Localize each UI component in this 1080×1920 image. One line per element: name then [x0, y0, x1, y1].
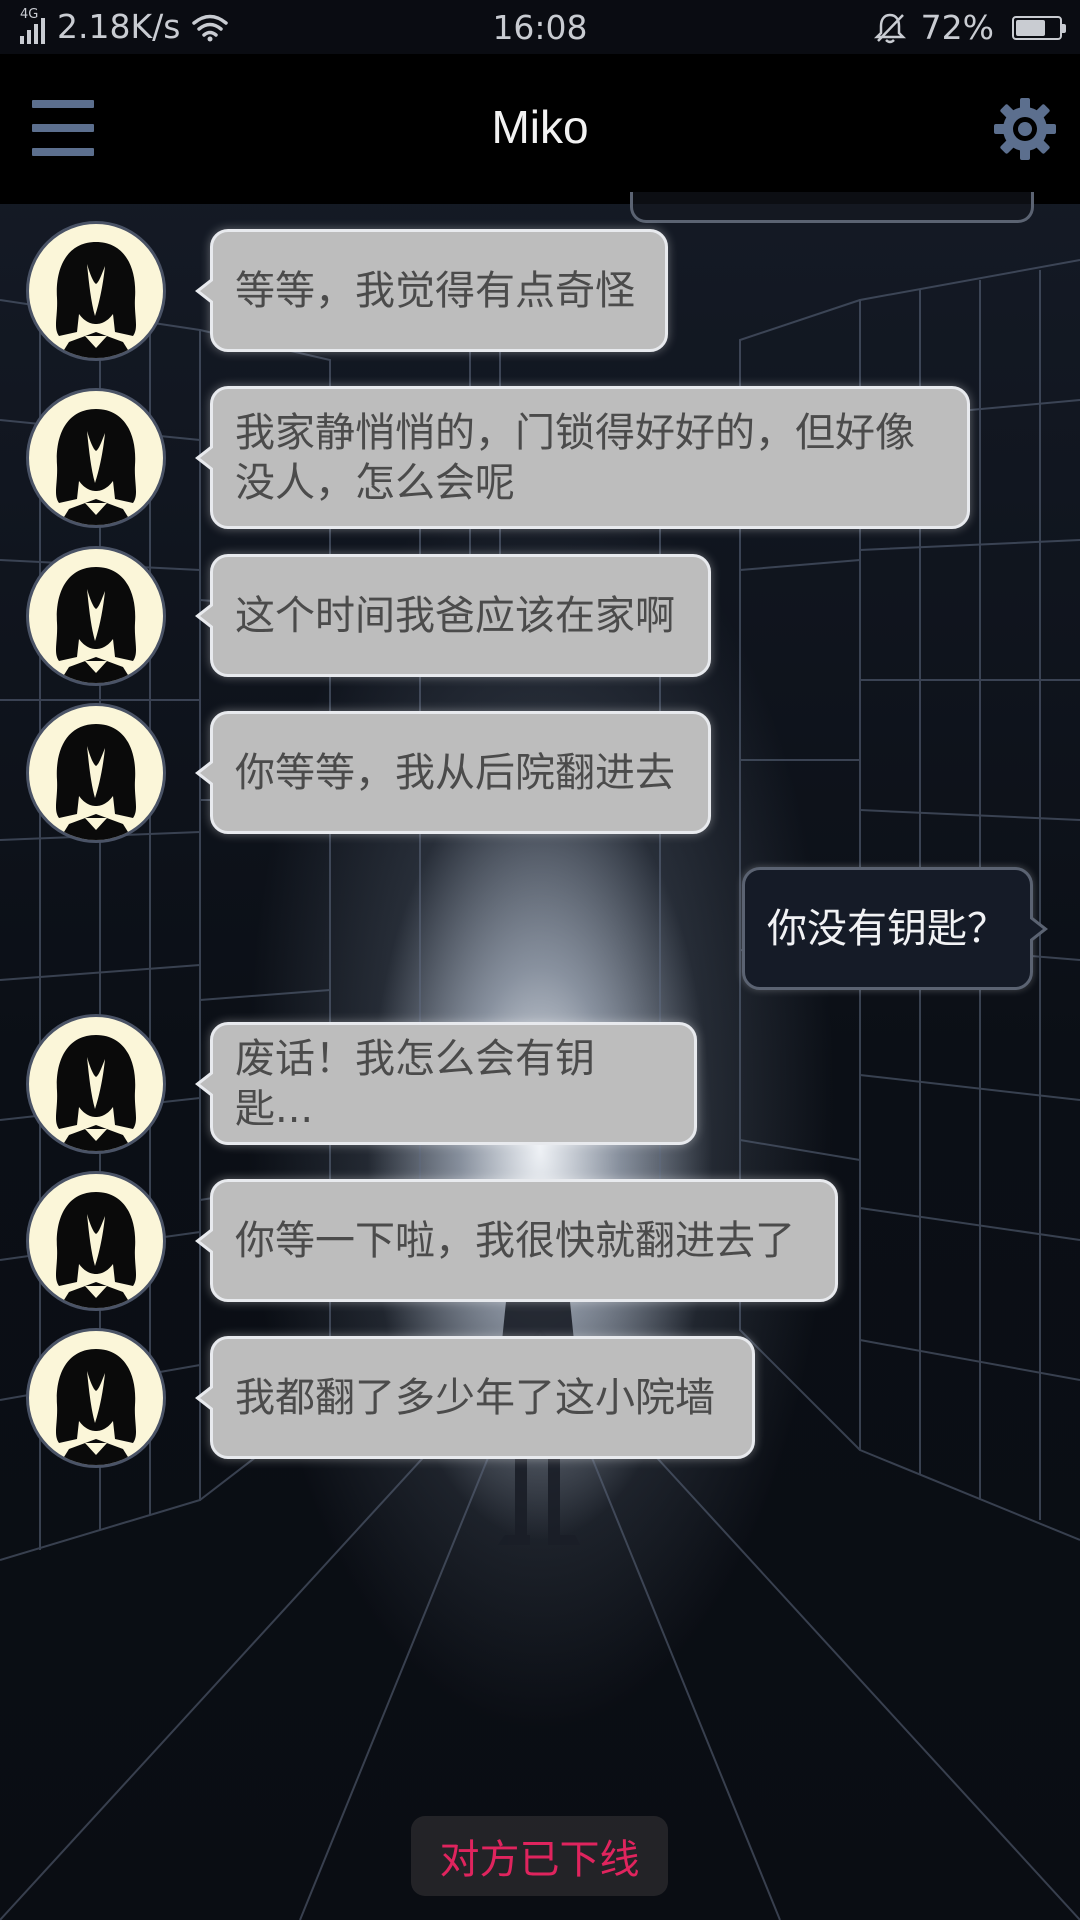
avatar[interactable] [26, 702, 166, 843]
outgoing-message[interactable]: 你没有钥匙？ [742, 867, 1048, 990]
bubble-tail [195, 443, 214, 472]
message-text: 你等等，我从后院翻进去 [235, 749, 675, 796]
message-text: 废话！我怎么会有钥匙... [235, 1035, 595, 1132]
avatar[interactable] [26, 1013, 166, 1154]
avatar[interactable] [26, 1327, 166, 1468]
bell-muted-icon [873, 13, 906, 43]
message-text: 等等，我觉得有点奇怪 [235, 267, 635, 314]
chat-title: Miko [491, 101, 589, 153]
avatar[interactable] [26, 220, 166, 361]
battery-fill [1016, 19, 1046, 36]
incoming-message[interactable]: 这个时间我爸应该在家啊 [195, 554, 711, 677]
status-bar: 4G 2.18K/s 16:08 72% [0, 0, 1080, 54]
incoming-message[interactable]: 废话！我怎么会有钥匙... [195, 1022, 697, 1145]
battery-percent: 72% [920, 8, 994, 47]
gear-icon[interactable] [990, 94, 1060, 164]
incoming-message[interactable]: 你等等，我从后院翻进去 [195, 711, 711, 834]
bubble-tail [1029, 914, 1048, 943]
incoming-message[interactable]: 我都翻了多少年了这小院墙 [195, 1336, 755, 1459]
bubble-tail [195, 276, 214, 305]
bubble-tail [195, 601, 214, 630]
message-text: 我家静悄悄的，门锁得好好的，但好像没人，怎么会呢 [235, 409, 915, 506]
incoming-message[interactable]: 等等，我觉得有点奇怪 [195, 229, 668, 352]
bubble-tail [195, 1226, 214, 1255]
message-text: 这个时间我爸应该在家啊 [235, 592, 675, 639]
incoming-message[interactable]: 我家静悄悄的，门锁得好好的，但好像没人，怎么会呢 [195, 386, 970, 529]
avatar[interactable] [26, 1170, 166, 1311]
chat-header: Miko [0, 54, 1080, 204]
bubble-tail [195, 758, 214, 787]
message-text: 你没有钥匙？ [767, 905, 1007, 952]
battery-icon [1012, 15, 1066, 40]
message-text: 我都翻了多少年了这小院墙 [235, 1374, 715, 1421]
offline-notice: 对方已下线 [411, 1816, 668, 1896]
message-list[interactable]: 等等，我觉得有点奇怪 我家静悄悄的，门锁得好好的，但好像没人，怎么会呢 这个时间… [0, 192, 1080, 1920]
avatar[interactable] [26, 387, 166, 528]
previous-message-bubble-edge [630, 192, 1034, 223]
bubble-tail [195, 1069, 214, 1098]
bubble-tail [195, 1383, 214, 1412]
message-text: 你等一下啦，我很快就翻进去了 [235, 1217, 795, 1264]
incoming-message[interactable]: 你等一下啦，我很快就翻进去了 [195, 1179, 838, 1302]
avatar[interactable] [26, 545, 166, 686]
